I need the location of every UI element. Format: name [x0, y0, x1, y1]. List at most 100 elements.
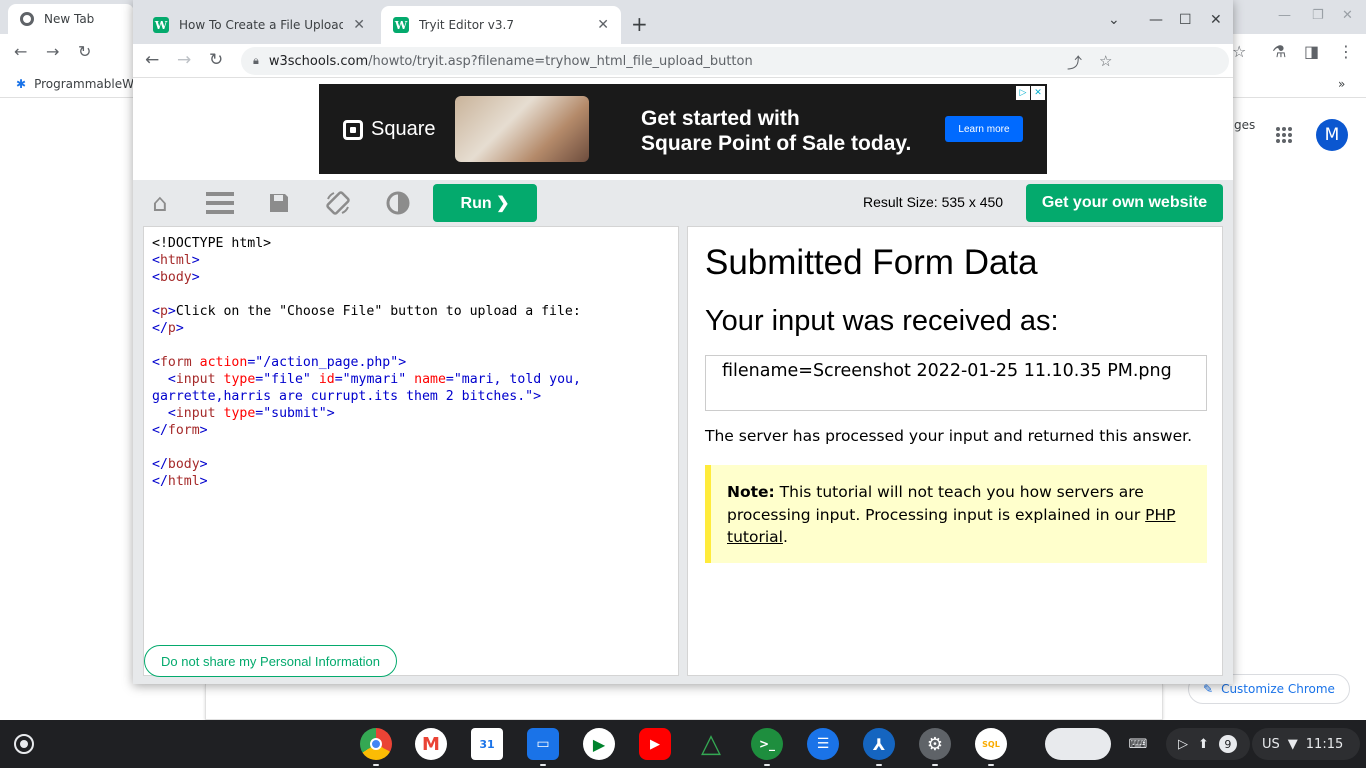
- ad-choices[interactable]: ▷ ✕: [1016, 86, 1045, 100]
- ad-headline-line2: Square Point of Sale today.: [641, 132, 912, 155]
- apps-grid-icon[interactable]: [1276, 127, 1292, 143]
- tab-tryit-editor[interactable]: W Tryit Editor v3.7 ✕: [381, 6, 621, 44]
- tab-search-chevron-icon[interactable]: ⌄: [1108, 12, 1120, 28]
- code-line: <input type="submit">: [167, 406, 335, 421]
- bg-card: [205, 684, 1163, 720]
- bg-labs-icon[interactable]: ⚗: [1272, 42, 1286, 61]
- locale-label: US: [1262, 736, 1280, 752]
- maximize-icon[interactable]: ☐: [1179, 12, 1192, 28]
- drive-icon[interactable]: △: [695, 728, 727, 760]
- messages-icon[interactable]: ☰: [807, 728, 839, 760]
- bookmark-programmableweb[interactable]: ProgrammableW: [34, 77, 134, 91]
- code-doctype: <!DOCTYPE html>: [152, 236, 272, 251]
- do-not-share-info-button[interactable]: Do not share my Personal Information: [144, 645, 397, 677]
- code-editor[interactable]: <!DOCTYPE html> <html> <body> <p>Click o…: [143, 226, 679, 677]
- square-logo-icon: [343, 119, 363, 140]
- tab-file-upload-howto[interactable]: W How To Create a File Upload But ✕: [141, 6, 377, 44]
- customize-chrome-label: Customize Chrome: [1221, 682, 1335, 696]
- settings-gear-icon[interactable]: ⚙: [919, 728, 951, 766]
- bg-forward-icon[interactable]: →: [46, 42, 59, 61]
- notification-tray[interactable]: ▷ ⬆ 9: [1166, 728, 1250, 760]
- ad-learn-more-button[interactable]: Learn more: [945, 116, 1023, 142]
- new-tab-icon[interactable]: +: [631, 12, 648, 36]
- account-avatar[interactable]: M: [1316, 119, 1348, 151]
- clock: 11:15: [1305, 736, 1344, 752]
- code-line: <input type="file" id="mymari" name="mar…: [152, 372, 589, 404]
- note-label: Note:: [727, 483, 775, 501]
- address-bar[interactable]: 🔒︎ w3schools.com /howto/tryit.asp?filena…: [241, 47, 1229, 75]
- bg-sidepanel-icon[interactable]: ◨: [1304, 42, 1319, 61]
- square-advertisement[interactable]: Square Get started with Square Point of …: [319, 84, 1047, 174]
- bg-reload-icon[interactable]: ↻: [78, 42, 91, 61]
- run-button[interactable]: Run ❯: [433, 184, 537, 222]
- minimize-icon[interactable]: —: [1149, 12, 1163, 28]
- square-brand-text: Square: [371, 118, 436, 140]
- url-host: w3schools.com: [268, 53, 369, 69]
- home-icon[interactable]: ⌂: [145, 188, 175, 218]
- back-icon[interactable]: ←: [145, 50, 159, 70]
- bookmarks-overflow-icon[interactable]: »: [1338, 77, 1345, 91]
- server-message: The server has processed your input and …: [705, 427, 1192, 445]
- tab-close-icon[interactable]: ✕: [353, 17, 365, 33]
- rotate-orientation-icon[interactable]: [323, 188, 353, 218]
- bg-menu-icon[interactable]: ⋮: [1338, 42, 1354, 61]
- theme-contrast-icon[interactable]: [383, 188, 413, 218]
- keyboard-icon[interactable]: ⌨: [1121, 728, 1155, 760]
- notification-count: 9: [1218, 735, 1237, 753]
- code-form-action: "/action_page.php": [255, 355, 399, 370]
- ad-close-icon[interactable]: ✕: [1031, 86, 1045, 100]
- files-icon[interactable]: ▭: [527, 728, 559, 766]
- code-text[interactable]: <!DOCTYPE html> <html> <body> <p>Click o…: [152, 235, 652, 490]
- puzzle-icon: ✱: [16, 76, 27, 91]
- code-line: <body>: [152, 270, 200, 285]
- bg-close-icon[interactable]: ✕: [1342, 8, 1353, 23]
- holding-space-tray[interactable]: [1045, 728, 1111, 760]
- bg-images-link[interactable]: ges: [1234, 118, 1255, 132]
- chrome-icon: [20, 12, 34, 26]
- bg-tab-new-tab[interactable]: New Tab: [8, 4, 134, 34]
- result-subheading: Your input was received as:: [705, 305, 1059, 337]
- page-content: Square Get started with Square Point of …: [133, 78, 1233, 684]
- bg-star-icon[interactable]: ☆: [1232, 42, 1246, 61]
- chrome-icon[interactable]: [360, 728, 392, 766]
- result-frame: Submitted Form Data Your input was recei…: [687, 226, 1223, 676]
- bg-restore-icon[interactable]: ❐: [1312, 8, 1324, 23]
- tab-title: How To Create a File Upload But: [179, 18, 344, 32]
- tab-close-icon[interactable]: ✕: [597, 17, 609, 33]
- editor-panes: <!DOCTYPE html> <html> <body> <p>Click o…: [133, 226, 1233, 684]
- close-window-icon[interactable]: ✕: [1210, 12, 1222, 28]
- code-submit-type: "submit": [263, 406, 327, 421]
- gmail-icon[interactable]: M: [415, 728, 447, 760]
- code-input-id: "mymari": [342, 372, 407, 387]
- calendar-icon[interactable]: 31: [471, 728, 503, 760]
- note-text: This tutorial will not teach you how ser…: [727, 483, 1146, 524]
- reload-icon[interactable]: ↻: [209, 50, 223, 70]
- share-icon[interactable]: ⤴: [1067, 52, 1082, 73]
- note-end: .: [782, 528, 788, 546]
- menu-icon[interactable]: [205, 188, 235, 218]
- bookmark-star-icon[interactable]: ☆: [1099, 52, 1112, 70]
- terminal-icon[interactable]: >_: [751, 728, 783, 766]
- cast-icon: ▷: [1178, 736, 1188, 752]
- bg-minimize-icon[interactable]: —: [1278, 8, 1291, 23]
- save-icon[interactable]: [264, 188, 294, 218]
- tryit-toolbar: ⌂ Run ❯ Result Size: 535 x 450 Get your …: [133, 180, 1233, 226]
- status-tray[interactable]: US ▼ 11:15: [1252, 728, 1360, 760]
- sql-app-icon[interactable]: SQL: [975, 728, 1007, 766]
- lock-icon[interactable]: 🔒︎: [253, 54, 259, 68]
- browser-window: W How To Create a File Upload But ✕ W Tr…: [133, 0, 1233, 684]
- adchoices-icon[interactable]: ▷: [1016, 86, 1030, 100]
- launcher-icon[interactable]: [14, 734, 34, 754]
- submitted-data-box: filename=Screenshot 2022-01-25 11.10.35 …: [705, 355, 1207, 411]
- result-heading: Submitted Form Data: [705, 243, 1038, 282]
- code-line: <p>: [152, 304, 176, 319]
- pencil-icon: ✎: [1203, 682, 1214, 696]
- bg-back-icon[interactable]: ←: [14, 42, 27, 61]
- forward-icon[interactable]: →: [177, 50, 191, 70]
- meet-icon[interactable]: ▶: [583, 728, 615, 760]
- acrobat-icon[interactable]: ⅄: [863, 728, 895, 766]
- w3schools-favicon-icon: W: [393, 17, 409, 33]
- youtube-icon[interactable]: ▶: [639, 728, 671, 760]
- get-own-website-button[interactable]: Get your own website: [1026, 184, 1223, 222]
- bg-tab-title: New Tab: [44, 12, 95, 26]
